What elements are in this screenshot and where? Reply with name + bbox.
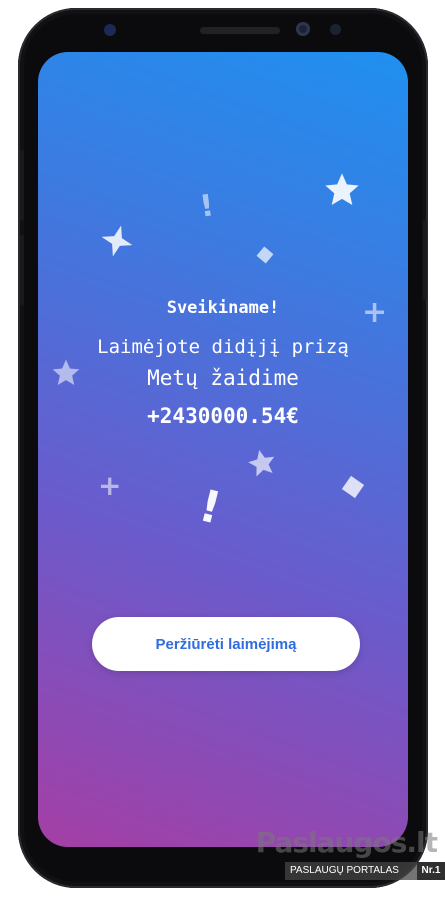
- watermark: Paslaugos.lt PASLAUGŲ PORTALAS Nr.1: [256, 826, 445, 892]
- power-button: [423, 220, 427, 300]
- congrats-title: Sveikiname!: [166, 298, 280, 318]
- prize-line: Laimėjote didįjį prizą: [97, 336, 349, 358]
- diamond-icon: [341, 475, 365, 499]
- view-winnings-button[interactable]: Peržiūrėti laimėjimą: [92, 617, 360, 671]
- volume-button: [20, 150, 24, 220]
- bixby-button: [20, 235, 24, 305]
- diamond-icon: [256, 246, 274, 264]
- prize-amount: +2430000.54€: [147, 404, 299, 428]
- star-icon: [325, 173, 359, 205]
- exclamation-icon: !: [194, 480, 227, 535]
- phone-speaker: [200, 27, 280, 34]
- watermark-logo: Paslaugos.lt: [255, 826, 438, 859]
- plus-icon: +: [98, 469, 122, 502]
- app-screen: ! + + ! Sveikiname! Laimėjote didįjį pri…: [38, 52, 408, 847]
- diamond-icon: [101, 225, 133, 257]
- phone-camera: [296, 22, 310, 36]
- phone-iris-sensor: [104, 24, 116, 36]
- game-line: Metų žaidime: [147, 366, 299, 390]
- phone-sensor: [330, 24, 341, 35]
- exclamation-icon: !: [197, 188, 216, 225]
- watermark-rank: Nr.1: [417, 862, 445, 880]
- star-icon: [248, 449, 275, 477]
